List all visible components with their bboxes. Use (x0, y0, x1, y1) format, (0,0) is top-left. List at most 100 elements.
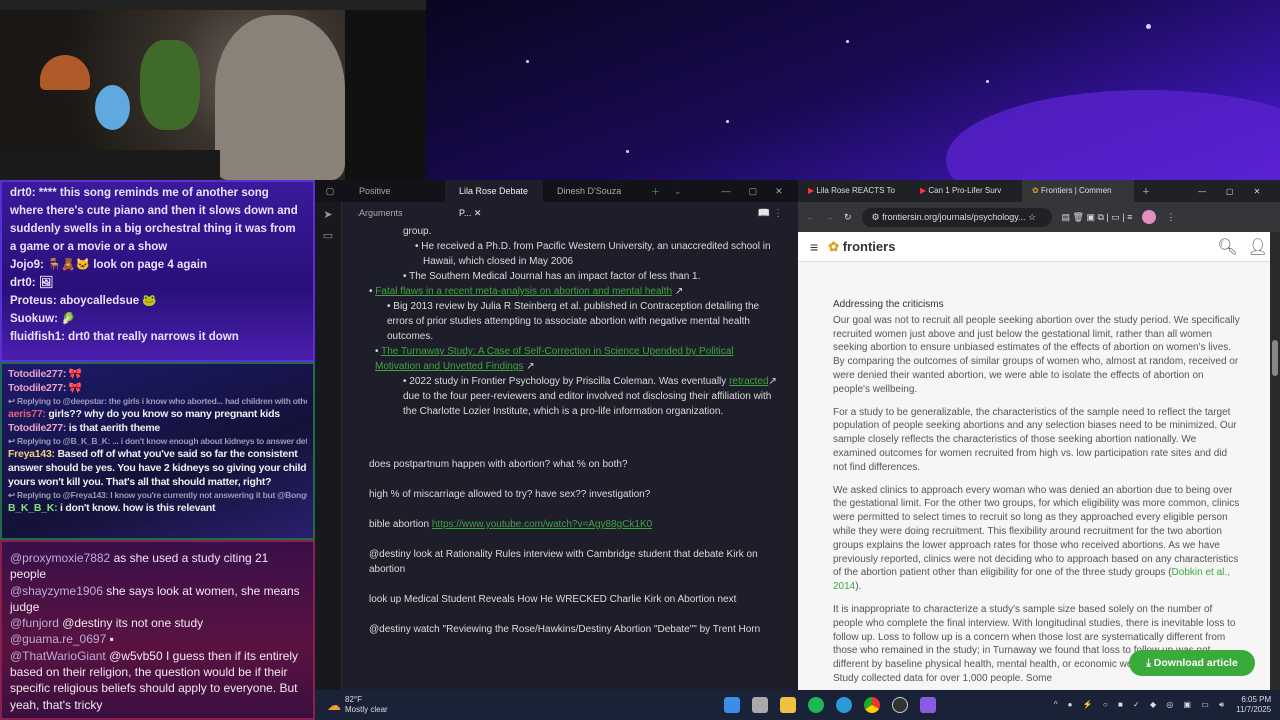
download-article-button[interactable]: ⤓ Download article (1129, 650, 1255, 676)
chat-message: Totodile277: 🎀 (8, 368, 82, 380)
new-tab-icon[interactable]: ＋ (1142, 186, 1150, 197)
chat-message: @proxymoxie7882 as she used a study citi… (10, 551, 269, 582)
profile-avatar[interactable] (1142, 210, 1157, 224)
chat-message: @funjord @destiny its not one study (10, 616, 204, 631)
file-explorer-icon[interactable] (779, 697, 796, 713)
maximize-icon[interactable]: ▢ (1226, 187, 1234, 196)
chat-section-1: drt0: **** this song reminds me of anoth… (0, 180, 315, 362)
reading-view-icon[interactable]: 📖 ⋮ (758, 208, 783, 219)
ribbon: ➤ ▭ (315, 202, 342, 690)
send-icon[interactable]: ➤ (315, 208, 341, 221)
chrome-tab-bar: ▶ Lila Rose REACTS To ▶ Can 1 Pro-Lifer … (798, 180, 1280, 202)
scrollbar[interactable] (1270, 232, 1280, 690)
nav-arrows[interactable]: ← → (355, 208, 378, 219)
chevron-down-icon[interactable]: ⌄ (674, 186, 682, 197)
lamp (40, 55, 90, 90)
tab-dinesh-dsouza[interactable]: Dinesh D'Souza (543, 180, 643, 202)
close-icon[interactable]: ✕ (474, 208, 482, 218)
chat-section-2: Totodile277: 🎀 Totodile277: 🎀 ↩ Replying… (0, 362, 315, 540)
forward-icon[interactable]: → (825, 212, 834, 222)
streamer (215, 15, 345, 180)
chat-reply: ↩ Replying to @deepstar: the girls i kno… (8, 396, 307, 406)
minimize-icon[interactable]: — (1198, 187, 1206, 196)
tab-lila-rose-reacts[interactable]: ▶ Lila Rose REACTS To (798, 180, 910, 202)
note-line: high % of miscarriage allowed to try? ha… (369, 489, 651, 500)
site-settings-icon[interactable]: ⚙ (872, 212, 880, 222)
sidebar-toggle-icon[interactable]: ▢ (315, 186, 345, 197)
note-bullet: • Big 2013 review by Julia R Steinberg e… (387, 301, 760, 342)
system-tray-icons[interactable]: ^ ● ⚡ ○ ■ ✓ ◆ ◎ ▣ ▭ 🔊︎ (1054, 700, 1228, 710)
start-icon[interactable] (723, 697, 740, 713)
note-bullet: • 2022 study in Frontier Psychology by P… (403, 376, 777, 417)
chrome-icon[interactable] (863, 697, 880, 713)
tab-pro-lifer[interactable]: ▶ Can 1 Pro-Lifer Surv (910, 180, 1022, 202)
chat-message: Suokuw: 🥬 (10, 313, 76, 325)
chat-message: aeris77: girls?? why do you know so many… (8, 408, 280, 420)
taskbar-apps (718, 697, 942, 713)
paragraph: For a study to be generalizable, the cha… (833, 406, 1237, 473)
weather-icon[interactable]: ☁ (327, 697, 341, 714)
obs-icon[interactable] (891, 697, 908, 713)
obsidian-icon[interactable] (919, 697, 936, 713)
link-retracted[interactable]: retracted (729, 376, 768, 387)
note-content: group. • He received a Ph.D. from Pacifi… (355, 224, 778, 637)
paragraph: Our goal was not to recruit all people s… (833, 314, 1240, 395)
chat-section-3: @proxymoxie7882 as she used a study citi… (0, 540, 315, 720)
back-icon[interactable]: ← (806, 212, 815, 222)
search-icon[interactable]: 🔍︎ (1217, 237, 1237, 257)
youtube-icon: ▶ (808, 186, 815, 195)
paragraph: We asked clinics to approach every woman… (833, 484, 1240, 593)
link-turnaway-study[interactable]: The Turnaway Study: A Case of Self-Corre… (375, 346, 734, 372)
user-icon[interactable]: 👤︎ (1248, 237, 1268, 257)
chat-message: @ThatWarioGiant @w5vb50 I guess then if … (10, 648, 299, 712)
minimize-icon[interactable]: — (722, 186, 731, 196)
link-fatal-flaws[interactable]: Fatal flaws in a recent meta-analysis on… (375, 286, 672, 297)
chat-message: Totodile277: is that aerith theme (8, 422, 161, 434)
download-icon: ⤓ (1146, 657, 1151, 669)
edge-icon[interactable] (835, 697, 852, 713)
chat-message: drt0: **** this song reminds me of anoth… (10, 187, 298, 253)
task-view-icon[interactable] (751, 697, 768, 713)
tab-frontiers[interactable]: ✿ Frontiers | Commen (1022, 180, 1134, 202)
hamburger-icon[interactable]: ≡ (810, 239, 818, 255)
menu-icon[interactable]: ⋮ (1166, 212, 1175, 223)
notes-list: does postpartnum happen with abortion? w… (355, 457, 778, 637)
url-input[interactable]: ⚙ frontiersin.org/journals/psychology...… (861, 207, 1052, 227)
chat-message: @guama.re_0697 ▪ (10, 632, 114, 647)
chrome-window: ▶ Lila Rose REACTS To ▶ Can 1 Pro-Lifer … (798, 180, 1280, 690)
weather-widget[interactable]: 82°F Mostly clear (345, 695, 388, 715)
chat-message: B_K_B_K: i don't know. how is this relev… (8, 502, 216, 514)
new-tab-icon[interactable]: ＋ (651, 185, 660, 198)
plant (140, 40, 200, 130)
chat-message: fluidfish1: drt0 that really narrows it … (10, 331, 239, 343)
chat-message: Totodile277: 🎀 (8, 382, 82, 394)
note-line: @destiny watch "Reviewing the Rose/Hawki… (369, 624, 761, 635)
chat-message: @shayzyme1906 she says look at women, sh… (10, 583, 300, 614)
chat-reply: ↩ Replying to @Freya143: I know you're c… (8, 490, 307, 500)
note-bullet: • The Turnaway Study: A Case of Self-Cor… (375, 346, 734, 372)
address-bar-row: ← → ↻ ⚙ frontiersin.org/journals/psychol… (798, 202, 1280, 232)
taskbar: ☁ 82°F Mostly clear ^ ● ⚡ ○ ■ ✓ ◆ ◎ ▣ ▭ 🔊… (315, 690, 1280, 720)
note-line: @destiny look at Rationality Rules inter… (369, 549, 758, 575)
spotify-icon[interactable] (807, 697, 824, 713)
plush-toy (95, 85, 130, 130)
extensions-icons[interactable]: ▤ 🗑 ▣ ⧉ | ▭ | ≡ (1062, 212, 1133, 223)
note-bullet: • He received a Ph.D. from Pacific Weste… (415, 241, 771, 267)
tab-lila-rose-debate[interactable]: Lila Rose Debate P... ✕ (445, 180, 543, 218)
frontiers-logo[interactable]: ✿ frontiers (828, 239, 895, 255)
star-icon[interactable]: ☆ (1028, 212, 1036, 222)
chat-message: Jojo9: 🪑🧸🐱 look on page 4 again (10, 259, 207, 271)
maximize-icon[interactable]: ▢ (749, 186, 758, 197)
screen-icon[interactable]: ▭ (315, 229, 341, 242)
clock[interactable]: 6:05 PM 11/7/2025 (1236, 695, 1271, 715)
reload-icon[interactable]: ↻ (844, 212, 852, 223)
window-close-icon[interactable]: ✕ (775, 186, 783, 197)
frontiers-icon: ✿ (1032, 186, 1039, 195)
note-bullet: • Fatal flaws in a recent meta-analysis … (369, 286, 684, 297)
tab-positive-arguments[interactable]: Positive Arguments (345, 180, 445, 218)
close-icon[interactable]: ✕ (1254, 187, 1261, 196)
youtube-link[interactable]: https://www.youtube.com/watch?v=Agy88gCk… (432, 519, 652, 530)
obsidian-window: ▢ Positive Arguments Lila Rose Debate P.… (315, 180, 798, 690)
note-line: look up Medical Student Reveals How He W… (369, 594, 737, 605)
article-body: Addressing the criticisms Our goal was n… (833, 298, 1240, 695)
